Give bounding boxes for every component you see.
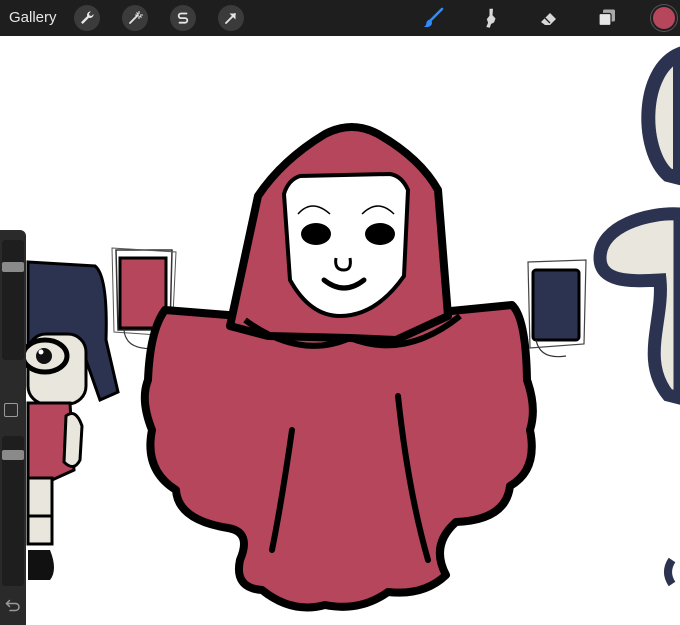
layers-icon[interactable] xyxy=(595,6,619,30)
selection-s-icon[interactable] xyxy=(170,5,196,31)
arrow-cursor-icon[interactable] xyxy=(218,5,244,31)
magic-wand-icon[interactable] xyxy=(122,5,148,31)
color-swatch[interactable] xyxy=(653,7,675,29)
opacity-slider[interactable] xyxy=(2,436,24,586)
top-toolbar: Gallery xyxy=(0,0,680,36)
hooded-figure-drawing xyxy=(140,123,537,612)
brush-icon[interactable] xyxy=(421,6,445,30)
square-icon[interactable] xyxy=(4,403,18,417)
smudge-icon[interactable] xyxy=(479,6,503,30)
left-character-drawing xyxy=(20,260,120,580)
sidebar xyxy=(0,230,26,625)
wrench-icon[interactable] xyxy=(74,5,100,31)
gallery-button[interactable]: Gallery xyxy=(9,9,57,26)
right-character-drawing xyxy=(593,46,680,587)
brush-size-slider-thumb[interactable] xyxy=(2,262,24,272)
drawing-canvas[interactable] xyxy=(0,36,680,625)
right-card-drawing xyxy=(527,259,587,358)
brush-size-slider[interactable] xyxy=(2,240,24,360)
eraser-icon[interactable] xyxy=(537,6,561,30)
undo-icon[interactable] xyxy=(3,598,21,612)
opacity-slider-thumb[interactable] xyxy=(2,450,24,460)
